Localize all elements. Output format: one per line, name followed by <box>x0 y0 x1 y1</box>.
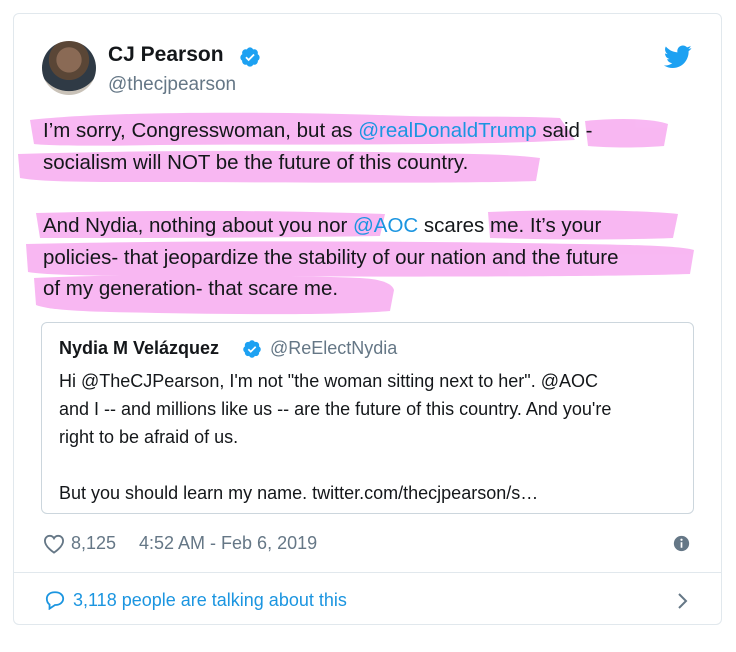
mention-link[interactable]: @realDonaldTrump <box>358 119 536 142</box>
chevron-right-icon[interactable] <box>677 592 689 610</box>
tweet-text: said - <box>536 119 593 142</box>
quoted-line: right to be afraid of us. <box>59 427 239 447</box>
tweet-text: And Nydia, nothing about you nor <box>43 214 353 237</box>
tweet-text: scares me. It’s your <box>418 214 602 237</box>
heart-icon[interactable] <box>43 534 65 554</box>
info-icon[interactable] <box>673 535 690 552</box>
verified-badge-icon <box>243 340 261 358</box>
tweet-line: policies- that jeopardize the stability … <box>43 245 619 269</box>
tweet-body: I’m sorry, Congresswoman, but as @realDo… <box>43 115 703 305</box>
tweet-text: I’m sorry, Congresswoman, but as <box>43 119 359 142</box>
quoted-author-name[interactable]: Nydia M Velázquez <box>59 338 219 359</box>
divider <box>14 572 721 573</box>
quoted-line: Hi @TheCJPearson, I'm not "the woman sit… <box>59 371 598 391</box>
tweet-line: I’m sorry, Congresswoman, but as @realDo… <box>43 115 703 147</box>
quoted-line: and I -- and millions like us -- are the… <box>59 399 612 419</box>
tweet-line: And Nydia, nothing about you nor @AOC sc… <box>43 210 703 242</box>
quoted-tweet-body: Hi @TheCJPearson, I'm not "the woman sit… <box>59 367 679 507</box>
tweet-line: of my generation- that scare me. <box>43 277 339 300</box>
tweet-line: socialism will NOT be the future of this… <box>43 150 469 174</box>
quoted-author-handle[interactable]: @ReElectNydia <box>270 338 397 359</box>
like-count[interactable]: 8,125 <box>71 533 116 554</box>
timestamp[interactable]: 4:52 AM - Feb 6, 2019 <box>139 533 317 554</box>
mention-link[interactable]: @AOC <box>353 214 418 237</box>
quoted-line: But you should learn my name. twitter.co… <box>59 483 539 503</box>
speech-bubble-icon[interactable] <box>44 590 66 610</box>
conversation-link[interactable]: 3,118 people are talking about this <box>73 590 347 611</box>
